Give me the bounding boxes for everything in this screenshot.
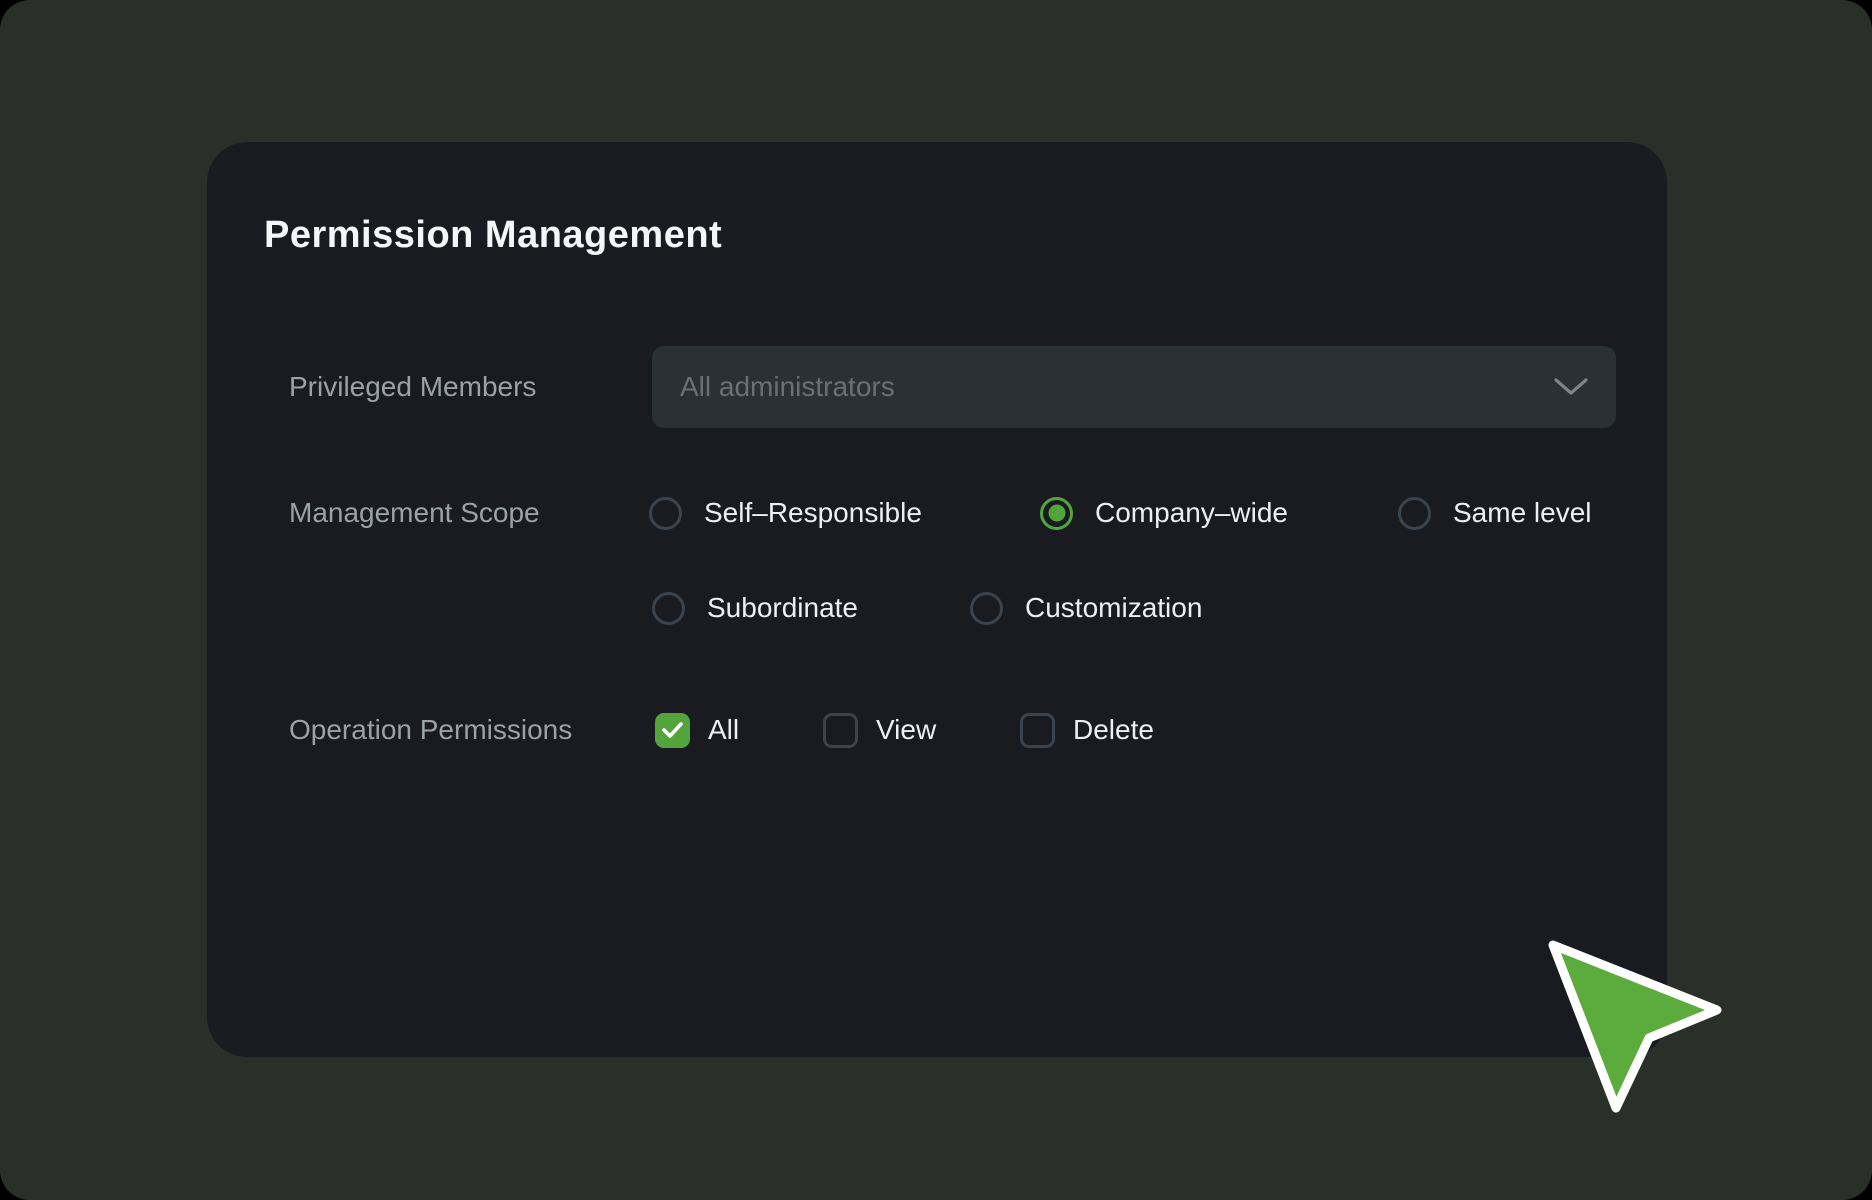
radio-label: Subordinate bbox=[707, 592, 858, 624]
radio-label: Same level bbox=[1453, 497, 1592, 529]
radio-circle-icon bbox=[652, 592, 685, 625]
radio-label: Company–wide bbox=[1095, 497, 1288, 529]
page-title: Permission Management bbox=[264, 214, 722, 257]
chevron-down-icon bbox=[1554, 378, 1588, 396]
checkbox-label: View bbox=[876, 714, 936, 746]
checkmark-icon bbox=[661, 721, 684, 739]
radio-circle-icon bbox=[1398, 497, 1431, 530]
checkbox-icon bbox=[655, 713, 690, 748]
radio-circle-icon bbox=[649, 497, 682, 530]
radio-label: Customization bbox=[1025, 592, 1202, 624]
privileged-members-label: Privileged Members bbox=[289, 346, 536, 428]
radio-company-wide[interactable]: Company–wide bbox=[1040, 491, 1288, 535]
checkbox-label: All bbox=[708, 714, 739, 746]
radio-same-level[interactable]: Same level bbox=[1398, 491, 1592, 535]
checkbox-label: Delete bbox=[1073, 714, 1154, 746]
checkbox-icon bbox=[1020, 713, 1055, 748]
radio-label: Self–Responsible bbox=[704, 497, 922, 529]
privileged-members-select[interactable]: All administrators bbox=[652, 346, 1616, 428]
management-scope-radio-row-2: Subordinate Customization bbox=[207, 586, 1667, 630]
radio-circle-icon bbox=[1040, 497, 1073, 530]
checkbox-view[interactable]: View bbox=[823, 708, 936, 752]
radio-self-responsible[interactable]: Self–Responsible bbox=[649, 491, 922, 535]
radio-circle-icon bbox=[970, 592, 1003, 625]
management-scope-radio-row-1: Self–Responsible Company–wide Same level bbox=[207, 491, 1667, 535]
privileged-members-placeholder: All administrators bbox=[680, 371, 1554, 403]
radio-subordinate[interactable]: Subordinate bbox=[652, 586, 858, 630]
checkbox-icon bbox=[823, 713, 858, 748]
radio-customization[interactable]: Customization bbox=[970, 586, 1202, 630]
operation-permissions-row: All View Delete bbox=[207, 708, 1667, 752]
permission-management-panel: Permission Management Privileged Members… bbox=[207, 142, 1667, 1057]
checkbox-all[interactable]: All bbox=[655, 708, 739, 752]
page-background: Permission Management Privileged Members… bbox=[0, 0, 1872, 1200]
checkbox-delete[interactable]: Delete bbox=[1020, 708, 1154, 752]
